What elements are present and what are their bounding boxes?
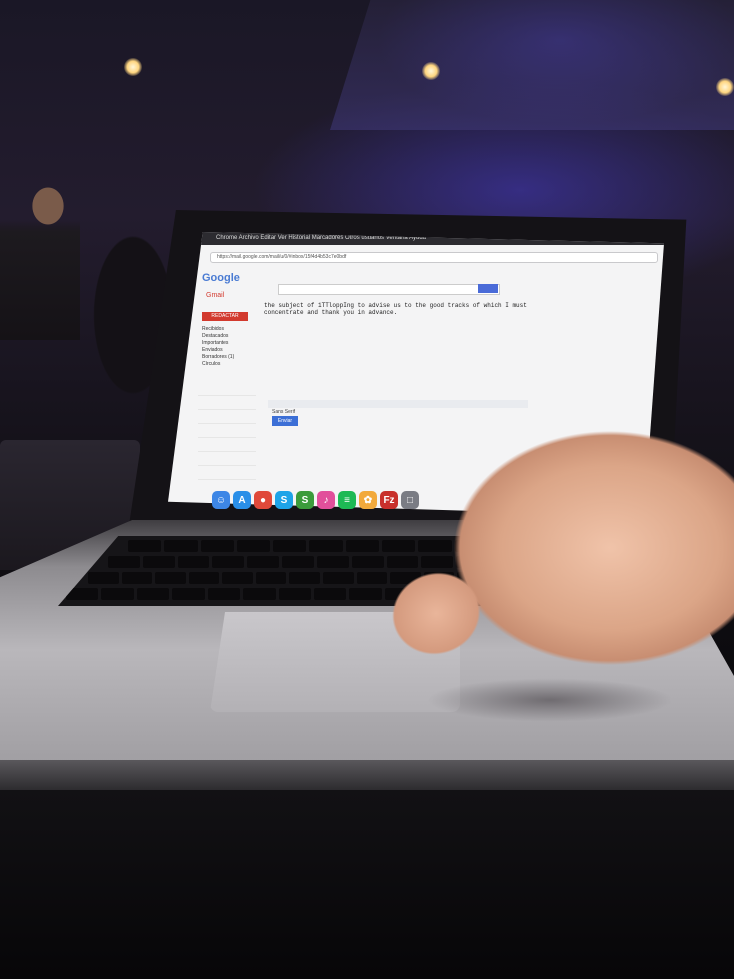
hangouts-contact[interactable] xyxy=(198,466,256,480)
ceiling-light xyxy=(716,78,734,96)
scrivener-icon[interactable]: S xyxy=(296,491,314,509)
sidebar-item[interactable]: Importantes xyxy=(202,340,262,347)
table-surface xyxy=(0,790,734,979)
ceiling-light xyxy=(422,62,440,80)
finder-icon[interactable]: ☺ xyxy=(212,491,230,509)
ceiling-panel xyxy=(330,0,734,130)
hangouts-contact[interactable] xyxy=(198,410,256,424)
format-toolbar[interactable]: Sans Serif xyxy=(268,400,528,415)
contact-card xyxy=(568,328,628,368)
sidebar-item[interactable]: Círculos xyxy=(202,361,262,368)
chrome-icon[interactable]: ● xyxy=(254,491,272,509)
itunes-icon[interactable]: ♪ xyxy=(317,491,335,509)
hangouts-contact[interactable] xyxy=(198,396,256,410)
gmail-sidebar: Recibidos Destacados Importantes Enviado… xyxy=(202,326,262,368)
hangouts-list xyxy=(198,382,256,492)
hangouts-contact[interactable] xyxy=(198,424,256,438)
spotify-icon[interactable]: ≡ xyxy=(338,491,356,509)
address-bar[interactable]: https://mail.google.com/mail/u/0/#inbox/… xyxy=(210,252,658,263)
photos-icon[interactable]: ✿ xyxy=(359,491,377,509)
compose-button[interactable]: REDACTAR xyxy=(202,312,248,321)
skype-icon[interactable]: S xyxy=(275,491,293,509)
gmail-app-label[interactable]: Gmail xyxy=(206,292,224,299)
search-button[interactable] xyxy=(478,284,498,293)
background-person xyxy=(0,180,80,340)
google-logo: Google xyxy=(202,272,240,284)
ceiling-light xyxy=(124,58,142,76)
sidebar-item[interactable]: Recibidos xyxy=(202,326,262,333)
hangouts-contact[interactable] xyxy=(198,452,256,466)
font-selector[interactable]: Sans Serif xyxy=(272,409,295,415)
email-subject-text: the subject of 1TTloppIng to advise us t… xyxy=(264,302,527,316)
sidebar-item[interactable]: Borradores (1) xyxy=(202,354,262,361)
send-button[interactable]: Enviar xyxy=(272,416,298,426)
sidebar-item[interactable]: Enviados xyxy=(202,347,262,354)
gmail-search-input[interactable] xyxy=(278,284,500,295)
hangouts-contact[interactable] xyxy=(198,382,256,396)
hangouts-contact[interactable] xyxy=(198,438,256,452)
appstore-icon[interactable]: A xyxy=(233,491,251,509)
sidebar-item[interactable]: Destacados xyxy=(202,333,262,340)
